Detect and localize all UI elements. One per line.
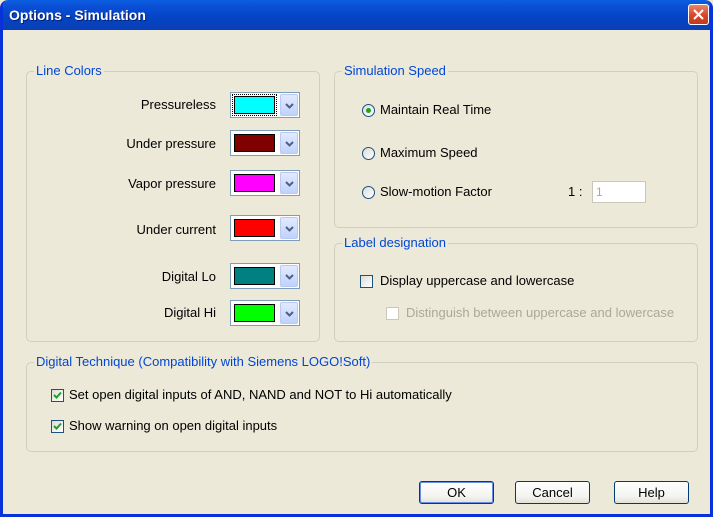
distinguish-case-checkbox[interactable] bbox=[386, 307, 399, 320]
under-pressure-color-swatch bbox=[234, 134, 275, 152]
vapor-pressure-color-combo[interactable] bbox=[230, 170, 300, 196]
checkmark-icon bbox=[53, 422, 62, 430]
display-case-checkbox[interactable] bbox=[360, 275, 373, 288]
close-icon bbox=[693, 9, 704, 20]
under-current-color-swatch bbox=[234, 219, 275, 237]
options-simulation-dialog: Options - Simulation Line Colors Pressur… bbox=[0, 0, 713, 517]
vapor-pressure-label: Vapor pressure bbox=[128, 176, 216, 191]
close-button[interactable] bbox=[688, 4, 709, 25]
chevron-down-icon bbox=[285, 103, 294, 109]
cancel-button[interactable]: Cancel bbox=[515, 481, 590, 504]
pressureless-label: Pressureless bbox=[140, 97, 216, 112]
under-pressure-label: Under pressure bbox=[126, 136, 216, 151]
digital-lo-color-swatch bbox=[234, 267, 275, 285]
digital-hi-label: Digital Hi bbox=[163, 305, 216, 320]
digital-hi-dropdown-button[interactable] bbox=[280, 302, 298, 324]
pressureless-color-swatch bbox=[232, 94, 277, 116]
under-current-label: Under current bbox=[136, 222, 216, 237]
digital-lo-label: Digital Lo bbox=[161, 269, 216, 284]
under-pressure-color-combo[interactable] bbox=[230, 130, 300, 156]
maximum-speed-radio[interactable] bbox=[362, 147, 375, 160]
maximum-speed-label[interactable]: Maximum Speed bbox=[380, 145, 478, 161]
ok-button[interactable]: OK bbox=[419, 481, 494, 504]
line-colors-group-title: Line Colors bbox=[34, 63, 104, 79]
distinguish-case-label[interactable]: Distinguish between uppercase and lowerc… bbox=[406, 305, 674, 321]
under-current-dropdown-button[interactable] bbox=[280, 217, 298, 239]
slow-motion-factor-input[interactable]: 1 bbox=[592, 181, 646, 203]
digital-hi-color-swatch bbox=[234, 304, 275, 322]
factor-prefix-label: 1 : bbox=[568, 184, 583, 199]
simulation-speed-group: Simulation Speed Maintain Real Time Maxi… bbox=[334, 63, 698, 228]
vapor-pressure-dropdown-button[interactable] bbox=[280, 172, 298, 194]
chevron-down-icon bbox=[285, 274, 294, 280]
show-warning-label[interactable]: Show warning on open digital inputs bbox=[69, 418, 277, 434]
label-designation-group-title: Label designation bbox=[342, 235, 448, 251]
digital-technique-group: Digital Technique (Compatibility with Si… bbox=[26, 354, 698, 452]
radio-selected-dot bbox=[366, 108, 371, 113]
pressureless-color-combo[interactable] bbox=[230, 92, 300, 118]
under-current-color-combo[interactable] bbox=[230, 215, 300, 241]
line-colors-group: Line Colors Pressureless Under pressure … bbox=[26, 63, 320, 342]
slow-motion-factor-label[interactable]: Slow-motion Factor bbox=[380, 184, 492, 200]
digital-technique-group-title: Digital Technique (Compatibility with Si… bbox=[34, 354, 373, 370]
display-case-label[interactable]: Display uppercase and lowercase bbox=[380, 273, 574, 289]
vapor-pressure-color-swatch bbox=[234, 174, 275, 192]
help-button[interactable]: Help bbox=[614, 481, 689, 504]
slow-motion-factor-radio[interactable] bbox=[362, 186, 375, 199]
under-pressure-dropdown-button[interactable] bbox=[280, 132, 298, 154]
pressureless-dropdown-button[interactable] bbox=[280, 94, 298, 116]
maintain-real-time-label[interactable]: Maintain Real Time bbox=[380, 102, 491, 118]
show-warning-checkbox[interactable] bbox=[51, 420, 64, 433]
chevron-down-icon bbox=[285, 226, 294, 232]
title-bar[interactable]: Options - Simulation bbox=[3, 0, 710, 30]
chevron-down-icon bbox=[285, 141, 294, 147]
dialog-title: Options - Simulation bbox=[9, 7, 146, 23]
chevron-down-icon bbox=[285, 311, 294, 317]
digital-lo-dropdown-button[interactable] bbox=[280, 265, 298, 287]
simulation-speed-group-title: Simulation Speed bbox=[342, 63, 448, 79]
set-open-inputs-checkbox[interactable] bbox=[51, 389, 64, 402]
checkmark-icon bbox=[53, 391, 62, 399]
digital-lo-color-combo[interactable] bbox=[230, 263, 300, 289]
maintain-real-time-radio[interactable] bbox=[362, 104, 375, 117]
set-open-inputs-label[interactable]: Set open digital inputs of AND, NAND and… bbox=[69, 387, 452, 403]
chevron-down-icon bbox=[285, 181, 294, 187]
digital-hi-color-combo[interactable] bbox=[230, 300, 300, 326]
label-designation-group: Label designation Display uppercase and … bbox=[334, 235, 698, 342]
